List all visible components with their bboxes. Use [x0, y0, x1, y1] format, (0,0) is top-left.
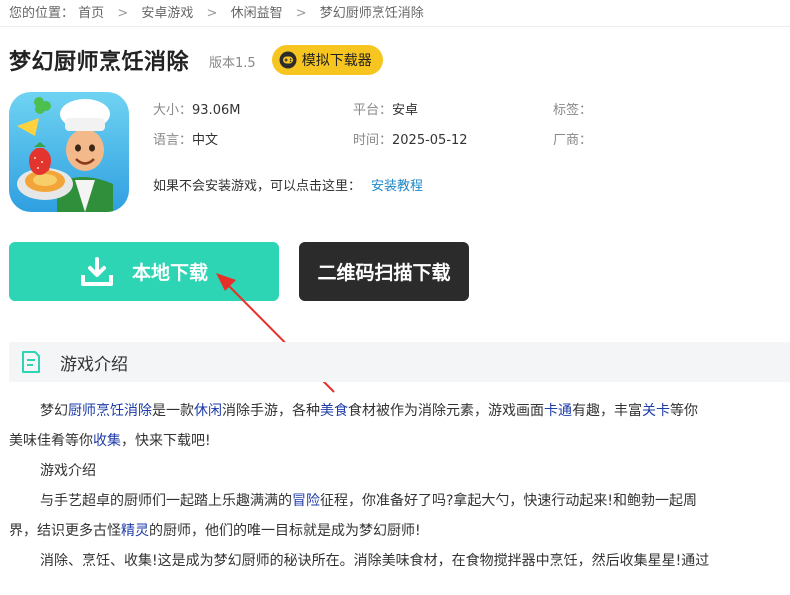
info-time-value: 2025-05-12 — [392, 133, 468, 148]
game-title: 梦幻厨师烹饪消除 — [9, 50, 190, 75]
text: 消除手游，各种 — [222, 403, 320, 419]
breadcrumb-separator: > — [206, 6, 218, 21]
keyword-link[interactable]: 冒险 — [292, 493, 320, 509]
keyword-link[interactable]: 卡通 — [544, 403, 572, 419]
title-row: 梦幻厨师烹饪消除 版本1.5 模拟下载器 — [9, 44, 383, 76]
keyword-link[interactable]: 关卡 — [642, 403, 670, 419]
download-icon — [80, 256, 113, 286]
game-app-icon — [9, 92, 129, 212]
qr-download-label: 二维码扫描下载 — [317, 262, 451, 284]
info-size: 大小：93.06M — [153, 99, 240, 118]
breadcrumb-divider — [0, 26, 790, 27]
text: 有趣，丰富 — [572, 403, 642, 419]
gamepad-icon — [279, 51, 297, 69]
text: 征程，你准备好了吗?拿起大勺，快速行动起来!和鲍勃一起周 — [320, 493, 698, 509]
breadcrumb-separator: > — [117, 6, 129, 21]
text: 食材被作为消除元素，游戏画面 — [348, 403, 544, 419]
breadcrumb-home[interactable]: 首页 — [78, 6, 104, 21]
description-subtitle: 游戏介绍 — [40, 463, 96, 479]
info-platform: 平台：安卓 — [353, 99, 418, 118]
document-icon — [22, 351, 40, 373]
breadcrumb: 您的位置： 首页 > 安卓游戏 > 休闲益智 > 梦幻厨师烹饪消除 — [9, 2, 424, 21]
install-hint: 如果不会安装游戏，可以点击这里： 安装教程 — [153, 175, 423, 194]
game-version: 版本1.5 — [209, 56, 256, 71]
text: ，快来下载吧! — [121, 433, 211, 449]
description-paragraph: 梦幻厨师烹饪消除是一款休闲消除手游，各种美食食材被作为消除元素，游戏画面卡通有趣… — [9, 396, 790, 426]
local-download-label: 本地下载 — [131, 262, 208, 284]
info-time: 时间：2025-05-12 — [353, 129, 468, 148]
info-tags: 标签： — [553, 99, 592, 118]
keyword-link[interactable]: 美食 — [320, 403, 348, 419]
keyword-link[interactable]: 烹饪 — [96, 403, 124, 419]
local-download-button[interactable]: 本地下载 — [9, 242, 279, 301]
info-size-label: 大小： — [153, 103, 193, 118]
info-tags-label: 标签： — [553, 103, 593, 118]
info-language: 语言：中文 — [153, 129, 218, 148]
breadcrumb-prefix: 您的位置： — [9, 6, 75, 21]
text: 等你 — [670, 403, 698, 419]
qr-download-button[interactable]: 二维码扫描下载 — [299, 242, 469, 301]
keyword-link[interactable]: 收集 — [93, 433, 121, 449]
info-size-value: 93.06M — [192, 103, 241, 118]
keyword-link[interactable]: 休闲 — [194, 403, 222, 419]
info-language-label: 语言： — [153, 133, 193, 148]
install-hint-text: 如果不会安装游戏，可以点击这里： — [153, 179, 362, 194]
info-platform-value: 安卓 — [392, 103, 419, 118]
description-paragraph: 消除、烹饪、收集!这是成为梦幻厨师的秘诀所在。消除美味食材，在食物搅拌器中烹饪，… — [40, 553, 710, 569]
chef-illustration-icon — [9, 92, 129, 212]
text: 是一款 — [152, 403, 194, 419]
keyword-link[interactable]: 厨师 — [68, 403, 96, 419]
game-intro-section-header: 游戏介绍 — [9, 342, 790, 382]
emulator-download-button[interactable]: 模拟下载器 — [271, 45, 383, 75]
description-paragraph: 界，结识更多古怪精灵的厨师，他们的唯一目标就是成为梦幻厨师! — [9, 516, 790, 546]
emulator-download-label: 模拟下载器 — [301, 53, 372, 69]
breadcrumb-separator: > — [295, 6, 307, 21]
text: 美味佳肴等你 — [9, 433, 93, 449]
breadcrumb-current-game[interactable]: 梦幻厨师烹饪消除 — [320, 6, 424, 21]
info-time-label: 时间： — [353, 133, 393, 148]
section-title: 游戏介绍 — [60, 354, 128, 375]
breadcrumb-android-games[interactable]: 安卓游戏 — [141, 6, 193, 21]
text: 梦幻 — [40, 403, 68, 419]
description-paragraph: 美味佳肴等你收集，快来下载吧! — [9, 426, 790, 456]
game-description: 梦幻厨师烹饪消除是一款休闲消除手游，各种美食食材被作为消除元素，游戏画面卡通有趣… — [9, 396, 790, 576]
keyword-link[interactable]: 消除 — [124, 403, 152, 419]
keyword-link[interactable]: 精灵 — [121, 523, 149, 539]
text: 与手艺超卓的厨师们一起踏上乐趣满满的 — [40, 493, 292, 509]
breadcrumb-casual-puzzle[interactable]: 休闲益智 — [231, 6, 283, 21]
info-platform-label: 平台： — [353, 103, 393, 118]
text: 的厨师，他们的唯一目标就是成为梦幻厨师! — [149, 523, 421, 539]
install-tutorial-link[interactable]: 安装教程 — [371, 179, 423, 194]
info-language-value: 中文 — [192, 133, 219, 148]
info-vendor: 厂商： — [553, 129, 592, 148]
description-paragraph: 与手艺超卓的厨师们一起踏上乐趣满满的冒险征程，你准备好了吗?拿起大勺，快速行动起… — [9, 486, 790, 516]
text: 界，结识更多古怪 — [9, 523, 121, 539]
info-vendor-label: 厂商： — [553, 133, 593, 148]
